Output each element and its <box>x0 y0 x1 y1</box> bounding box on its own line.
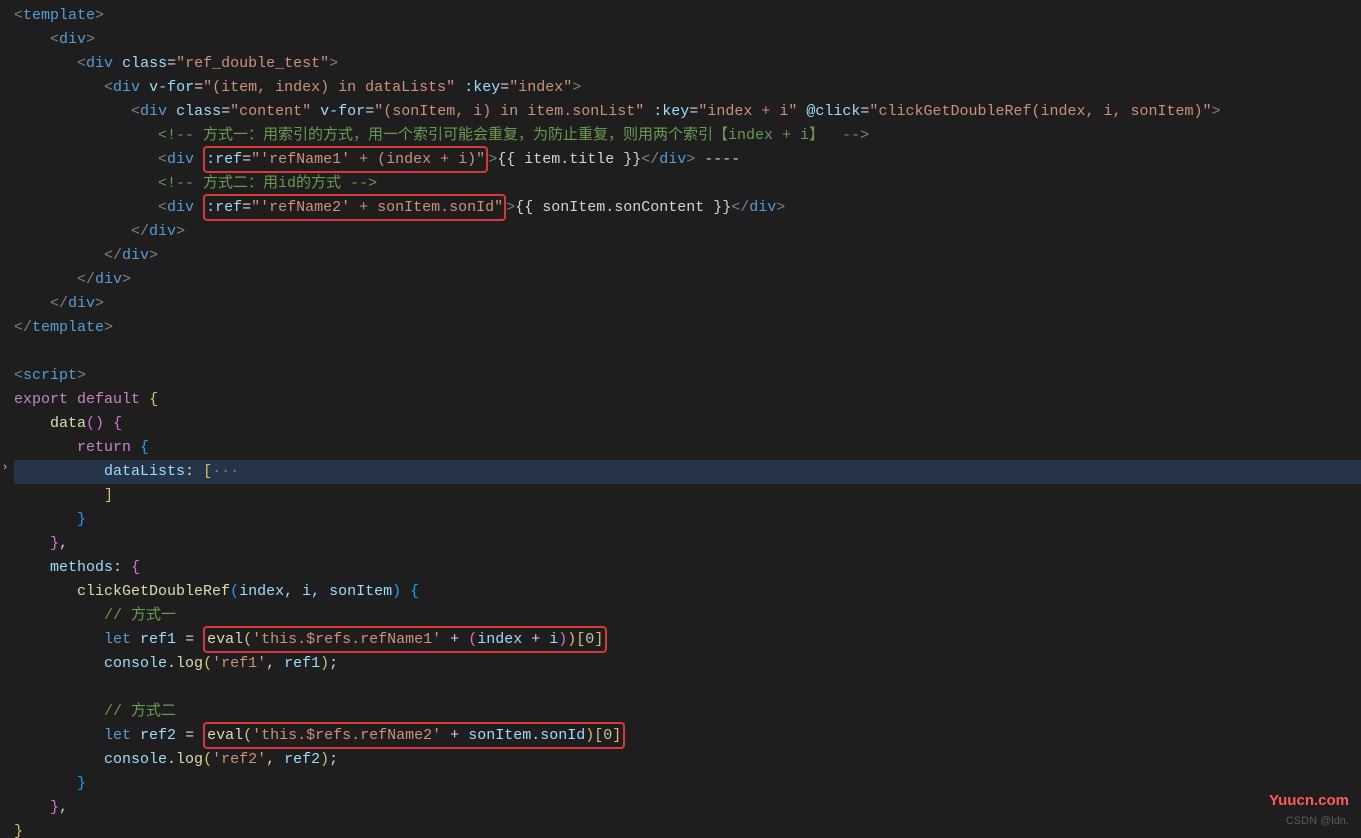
code-line: return { <box>14 436 1361 460</box>
code-line: </div> <box>14 268 1361 292</box>
code-line: <div class="ref_double_test"> <box>14 52 1361 76</box>
code-line: }, <box>14 796 1361 820</box>
code-line: <template> <box>14 4 1361 28</box>
code-line: clickGetDoubleRef(index, i, sonItem) { <box>14 580 1361 604</box>
code-line: </div> <box>14 244 1361 268</box>
code-line <box>14 676 1361 700</box>
code-line: } <box>14 820 1361 838</box>
code-line: let ref2 = eval('this.$refs.refName2' + … <box>14 724 1361 748</box>
code-line: <div :ref="'refName1' + (index + i)">{{ … <box>14 148 1361 172</box>
code-line: data() { <box>14 412 1361 436</box>
code-line: </div> <box>14 220 1361 244</box>
code-line: }, <box>14 532 1361 556</box>
code-line: ] <box>14 484 1361 508</box>
code-line: // 方式一 <box>14 604 1361 628</box>
code-line: // 方式二 <box>14 700 1361 724</box>
highlight-box: eval('this.$refs.refName1' + (index + i)… <box>203 626 607 653</box>
highlight-box: :ref="'refName2' + sonItem.sonId" <box>203 194 506 221</box>
code-line: </div> <box>14 292 1361 316</box>
code-line: console.log('ref2', ref2); <box>14 748 1361 772</box>
highlight-box: eval('this.$refs.refName2' + sonItem.son… <box>203 722 625 749</box>
code-line: </template> <box>14 316 1361 340</box>
code-line: } <box>14 508 1361 532</box>
code-line-highlighted: dataLists: [··· <box>14 460 1361 484</box>
fold-chevron-icon[interactable]: › <box>0 460 10 474</box>
code-line: <div> <box>14 28 1361 52</box>
code-line: <!-- 方式一：用索引的方式，用一个索引可能会重复，为防止重复，则用两个索引【… <box>14 124 1361 148</box>
code-line: methods: { <box>14 556 1361 580</box>
code-line: console.log('ref1', ref1); <box>14 652 1361 676</box>
code-line: let ref1 = eval('this.$refs.refName1' + … <box>14 628 1361 652</box>
code-line: export default { <box>14 388 1361 412</box>
code-line: <div class="content" v-for="(sonItem, i)… <box>14 100 1361 124</box>
code-line: <!-- 方式二：用id的方式 --> <box>14 172 1361 196</box>
code-line: <script> <box>14 364 1361 388</box>
code-lines: <template> <div> <div class="ref_double_… <box>0 0 1361 838</box>
highlight-box: :ref="'refName1' + (index + i)" <box>203 146 488 173</box>
watermark-site: Yuucn.com <box>1269 789 1349 812</box>
code-line: } <box>14 772 1361 796</box>
code-editor[interactable]: › <template> <div> <div class="ref_doubl… <box>0 0 1361 838</box>
watermark-author: CSDN @ldn. <box>1286 813 1349 830</box>
code-line <box>14 340 1361 364</box>
code-line: <div v-for="(item, index) in dataLists" … <box>14 76 1361 100</box>
code-line: <div :ref="'refName2' + sonItem.sonId">{… <box>14 196 1361 220</box>
